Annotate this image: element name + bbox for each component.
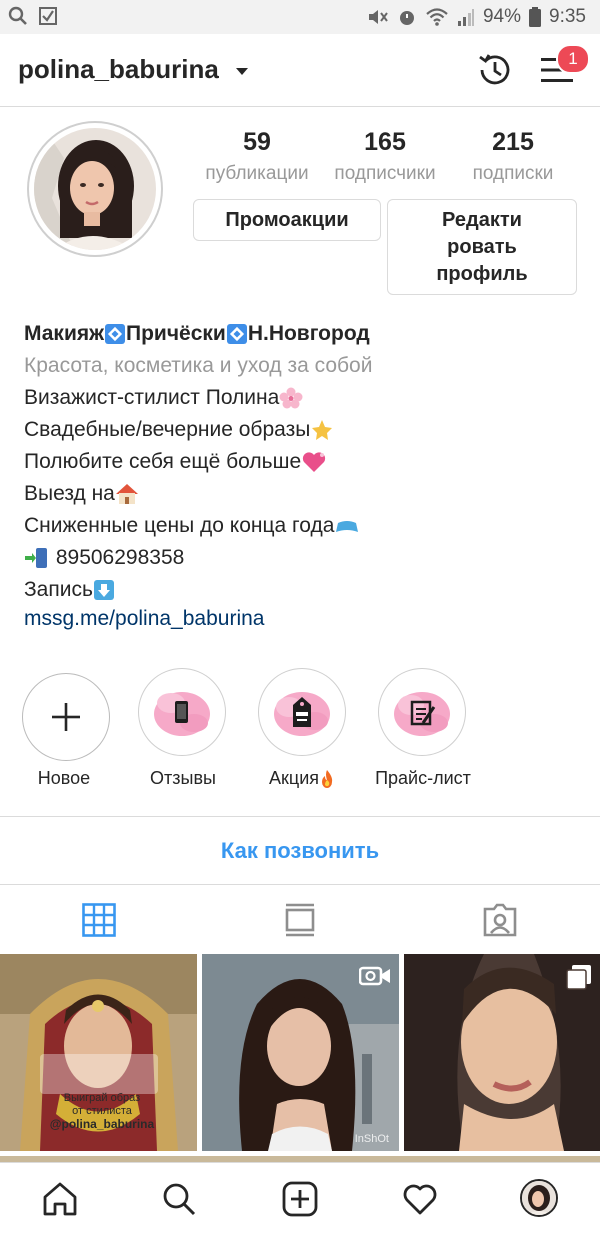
tab-grid-icon[interactable] [82, 903, 116, 937]
video-camera-icon [359, 966, 390, 986]
highlight-reviews[interactable] [138, 668, 226, 756]
bio-line-4: Выезд на [24, 482, 139, 506]
highlight-sale[interactable] [258, 668, 346, 756]
edit-profile-label-3: профиль [436, 262, 528, 285]
posts-count[interactable]: 59 [192, 128, 322, 157]
archive-history-icon[interactable] [476, 51, 514, 89]
profile-category: Красота, косметика и уход за собой [24, 354, 373, 377]
battery-icon [529, 7, 542, 27]
following-label[interactable]: подписки [438, 163, 588, 185]
username-switcher[interactable]: polina_baburina [18, 54, 219, 85]
following-count[interactable]: 215 [448, 128, 578, 157]
divider [0, 884, 600, 885]
promotions-button[interactable]: Промоакции [193, 199, 381, 241]
cherry-blossom-icon [279, 387, 303, 409]
profile-tab-avatar[interactable] [520, 1179, 558, 1217]
bio-line-1: Визажист-стилист Полина [24, 386, 303, 410]
highlight-new[interactable] [22, 673, 110, 761]
signal-icon [457, 9, 474, 26]
bio-line-5: Сниженные цены до конца года [24, 514, 360, 538]
post-overlay-line-1: Выиграй образ [63, 1092, 141, 1104]
down-arrow-icon [93, 580, 114, 601]
name-part-2: Причёски [126, 322, 226, 345]
avatar-photo [34, 128, 156, 250]
sparkle-star-icon [312, 420, 333, 441]
post-thumbnail[interactable]: Выиграй образ от стилиста @polina_baburi… [0, 954, 197, 1151]
phone-number[interactable]: 89506298358 [56, 546, 184, 569]
carousel-icon [566, 965, 591, 990]
highlight-price-list[interactable] [378, 668, 466, 756]
post-overlay-line-3: @polina_baburina [49, 1117, 155, 1131]
bio-line-4-text: Выезд на [24, 482, 115, 505]
bottom-navigation [0, 1162, 600, 1233]
mobile-phone-arrow-icon [25, 548, 47, 569]
tab-tagged-icon[interactable] [482, 903, 518, 937]
price-list-note-icon [394, 692, 450, 736]
bio-line-5-text: Сниженные цены до конца года [24, 514, 335, 537]
status-left-icons [8, 6, 58, 26]
highlight-sale-label: Акция [232, 768, 372, 789]
profile-name: Макияж Причёски Н.Новгород [24, 322, 370, 346]
post-watermark: InShOt [354, 1133, 389, 1145]
profile-header: polina_baburina [0, 34, 600, 107]
promotions-button-label: Промоакции [225, 208, 349, 231]
wifi-icon [426, 8, 448, 26]
home-icon[interactable] [42, 1181, 78, 1217]
post-thumbnail[interactable]: InShOt [202, 954, 399, 1151]
bio-line-2: Свадебные/вечерние образы [24, 418, 334, 442]
bio-line-3: Полюбите себя ещё больше [24, 450, 327, 474]
edit-profile-button[interactable]: Редакти ровать профиль [387, 199, 577, 295]
call-button[interactable]: Как позвонить [0, 818, 600, 884]
bio-line-1-text: Визажист-стилист Полина [24, 386, 280, 409]
post-overlay-text: Выиграй образ от стилиста @polina_baburi… [42, 1092, 162, 1131]
notification-badge: 1 [556, 44, 590, 74]
new-post-icon[interactable] [282, 1181, 318, 1217]
chevron-down-icon[interactable] [236, 68, 248, 75]
bio-line-2-text: Свадебные/вечерние образы [24, 418, 311, 441]
reviews-phone-icon [154, 692, 210, 736]
edit-profile-label-1: Редакти [442, 208, 522, 231]
post-thumbnail[interactable] [404, 954, 600, 1151]
bio-line-7-text: Запись [24, 578, 93, 601]
heart-icon[interactable] [402, 1182, 438, 1216]
followers-count[interactable]: 165 [320, 128, 450, 157]
search-icon[interactable] [161, 1181, 197, 1217]
alarm-icon [399, 11, 414, 25]
website-link[interactable]: mssg.me/polina_baburina [24, 607, 264, 631]
plus-icon [52, 703, 80, 731]
battery-percent: 94% [482, 6, 522, 27]
status-bar: 94% 9:35 [0, 0, 600, 34]
money-with-wings-icon [336, 521, 359, 533]
bio-line-3-text: Полюбите себя ещё больше [24, 450, 302, 473]
profile-avatar-icon [522, 1181, 556, 1215]
divider [0, 816, 600, 817]
house-icon [115, 484, 138, 505]
search-icon [8, 6, 27, 25]
status-right: 94% 9:35 [367, 6, 586, 28]
diamond-emoji-icon [105, 324, 125, 345]
fire-icon [322, 770, 333, 789]
avatar[interactable] [34, 128, 156, 250]
bio-phone-line: 89506298358 [24, 546, 184, 570]
highlight-price-list-label: Прайс-лист [375, 768, 471, 788]
sparkling-heart-icon [303, 452, 326, 473]
tab-feed-icon[interactable] [284, 903, 316, 937]
highlight-sale-label-text: Акция [269, 768, 319, 788]
name-part-1: Макияж [24, 322, 104, 345]
sale-tag-icon [274, 692, 330, 736]
checkbox-icon [39, 7, 57, 25]
name-part-3: Н.Новгород [247, 322, 370, 345]
bio-line-7: Запись [24, 578, 115, 602]
diamond-emoji-icon [226, 324, 247, 345]
mute-icon [368, 10, 388, 24]
edit-profile-label-2: ровать [447, 235, 517, 258]
status-time: 9:35 [549, 6, 586, 27]
